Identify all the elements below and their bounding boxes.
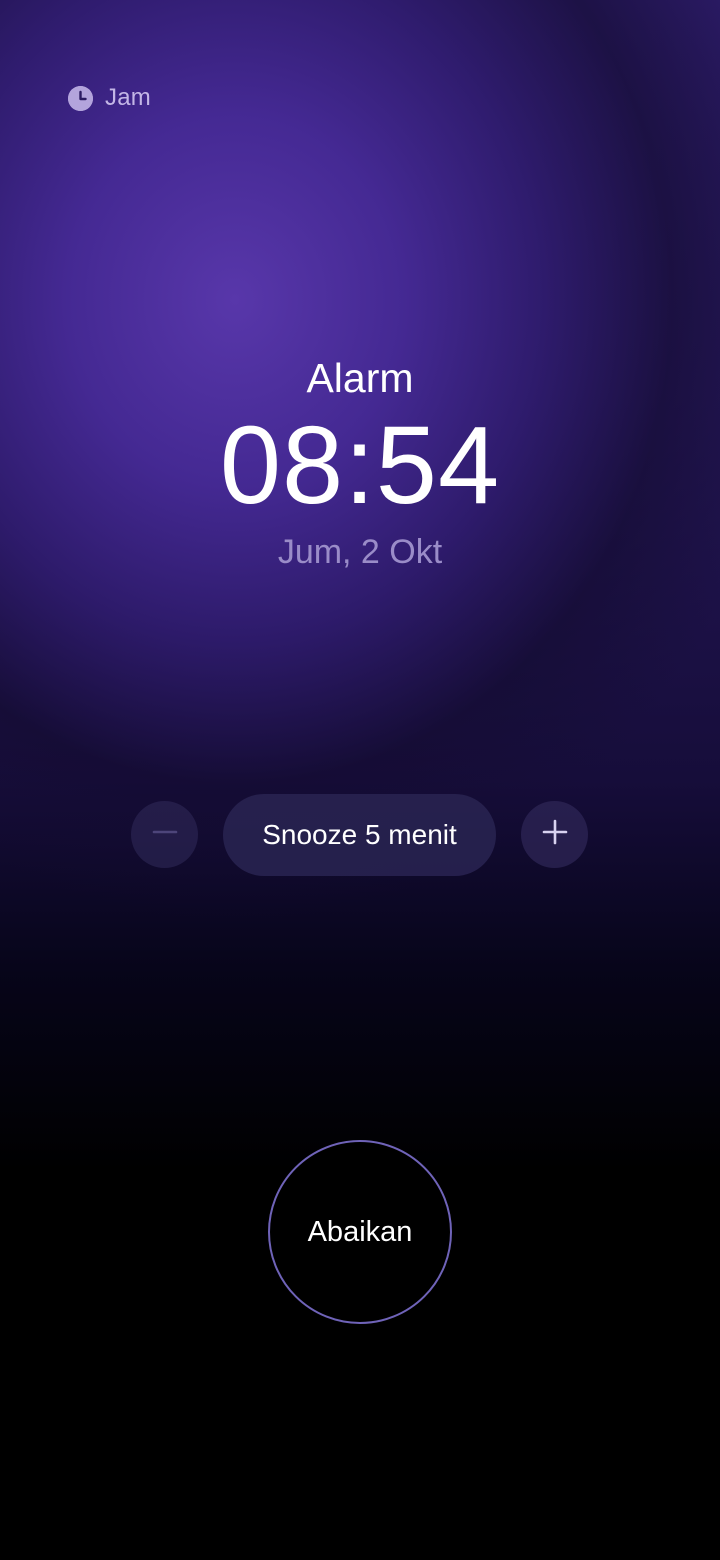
snooze-increase-button[interactable] xyxy=(521,801,588,868)
alarm-date: Jum, 2 Okt xyxy=(277,533,443,571)
app-label: Jam xyxy=(68,84,151,112)
snooze-decrease-button[interactable] xyxy=(131,801,198,868)
snooze-button[interactable]: Snooze 5 menit xyxy=(223,794,496,876)
dismiss-button[interactable]: Abaikan xyxy=(268,1140,452,1324)
dismiss-label: Abaikan xyxy=(307,1215,413,1248)
minus-icon xyxy=(151,818,179,851)
alarm-screen: Jam Alarm 08:54 Jum, 2 Okt Snooze 5 meni… xyxy=(0,0,720,1560)
plus-icon xyxy=(541,818,569,851)
alarm-title: Alarm xyxy=(306,355,414,401)
snooze-controls: Snooze 5 menit xyxy=(0,794,720,876)
app-name: Jam xyxy=(105,84,151,111)
alarm-info: Alarm 08:54 Jum, 2 Okt xyxy=(0,350,720,574)
snooze-label: Snooze 5 menit xyxy=(262,819,457,850)
alarm-time: 08:54 xyxy=(219,404,501,527)
clock-icon xyxy=(68,85,93,111)
